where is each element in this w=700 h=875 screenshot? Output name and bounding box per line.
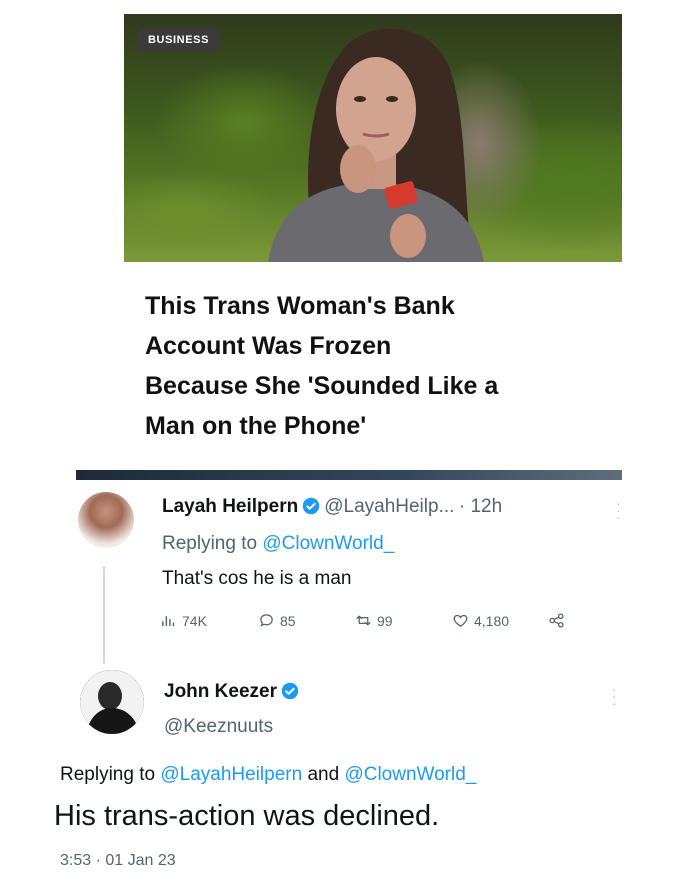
reply-icon [260,614,273,627]
replying-prefix: Replying to [162,533,263,554]
headline-line: Man on the Phone' [145,412,367,440]
section-divider [76,470,622,480]
views-icon [162,616,175,627]
avatar[interactable] [80,670,144,734]
mention-link[interactable]: @ClownWorld_ [344,764,476,785]
category-badge[interactable]: BUSINESS [138,28,220,52]
views-button[interactable]: 74K [160,612,207,629]
avatar-portrait [80,670,144,734]
tweet-text: His trans-action was declined. [54,800,440,832]
more-icon[interactable]: · · · [612,682,617,710]
views-count: 74K [182,612,207,629]
author-name[interactable]: Layah Heilpern [162,496,298,517]
article-image[interactable]: BUSINESS [124,14,622,262]
retweet-button[interactable]: 99 [355,612,393,629]
verified-badge-icon [281,682,299,700]
verified-badge-icon [302,497,320,515]
replying-to-line: Replying to @ClownWorld_ [162,533,394,555]
headline-line: Because She 'Sounded Like a [145,372,499,400]
tweet-header: John Keezer [164,681,303,703]
more-icon[interactable]: · · · [616,496,621,524]
like-count: 4,180 [474,612,510,629]
headline-line: This Trans Woman's Bank [145,292,455,320]
share-icon [549,613,564,628]
article-photo-subject [268,28,484,262]
like-icon [453,614,468,627]
author-name[interactable]: John Keezer [164,681,277,702]
replying-joiner: and [302,764,345,785]
tweet-timestamp[interactable]: 3:53 · 01 Jan 23 [60,852,176,866]
avatar[interactable] [78,492,134,548]
reply-button[interactable]: 85 [258,612,296,629]
mention-link[interactable]: @LayahHeilpern [160,764,302,785]
replying-prefix: Replying to [60,764,161,785]
tweet-text: That's cos he is a man [162,568,352,589]
tweet-time[interactable]: · 12h [459,496,502,517]
retweet-icon [356,615,371,626]
thread-line [103,566,105,664]
author-handle[interactable]: @LayahHeilp... [324,496,454,517]
reply-count: 85 [280,612,296,629]
retweet-count: 99 [377,612,393,629]
tweet-header: Layah Heilpern @LayahHeilp... · 12h [162,496,502,518]
author-handle[interactable]: @Keeznuuts [164,716,273,738]
article-headline[interactable]: This Trans Woman's Bank Account Was Froz… [145,286,615,446]
share-button[interactable] [548,612,565,629]
like-button[interactable]: 4,180 [452,612,509,629]
headline-line: Account Was Frozen [145,332,392,360]
replying-to-line: Replying to @LayahHeilpern and @ClownWor… [60,764,476,786]
mention-link[interactable]: @ClownWorld_ [262,533,394,554]
